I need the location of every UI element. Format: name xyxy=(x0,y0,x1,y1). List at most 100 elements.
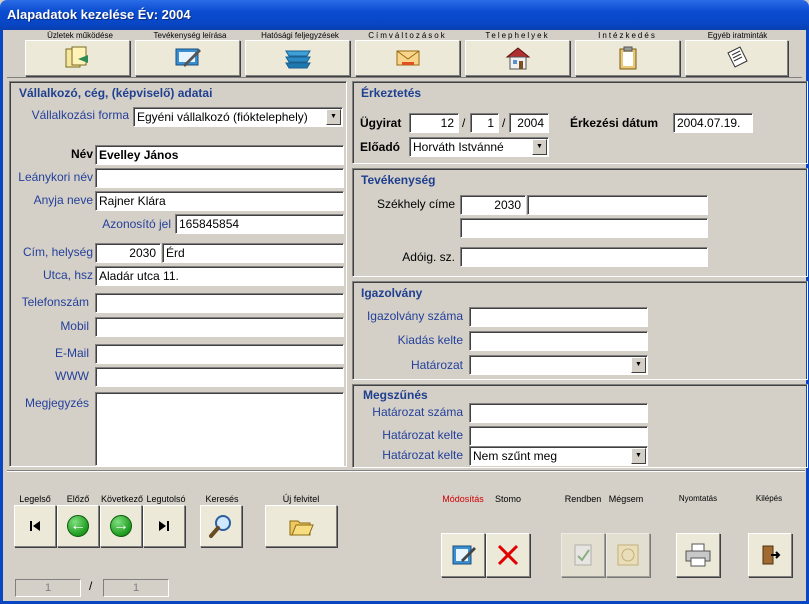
hat-kelte2-label: Határozat kelte xyxy=(382,448,463,462)
chevron-down-icon[interactable]: ▼ xyxy=(631,448,646,464)
kereses-button[interactable] xyxy=(200,505,242,547)
ugyirat-label: Ügyirat xyxy=(360,116,402,130)
forma-select[interactable]: Egyéni vállalkozó (fióktelephely) ▼ xyxy=(133,107,343,127)
elozo-button[interactable]: ← xyxy=(57,505,99,547)
forma-label: Vállalkozási forma xyxy=(31,108,129,122)
kovetkezo-button[interactable]: → xyxy=(100,505,142,547)
hat-kelte2-value: Nem szűnt meg xyxy=(473,449,558,463)
hatarozat-select[interactable]: ▼ xyxy=(469,355,648,375)
legelso-button[interactable] xyxy=(14,505,56,547)
record-total: 1 xyxy=(103,579,169,597)
leanykori-label: Leánykori név xyxy=(18,170,93,184)
toolbar-label-4: Telephelyek xyxy=(485,31,550,40)
megszunes-title: Megszűnés xyxy=(363,388,428,402)
telefon-field[interactable] xyxy=(95,293,344,313)
storno-label: Stomo xyxy=(494,494,521,504)
igazolvany-szam-field[interactable] xyxy=(469,307,648,327)
window-title: Alapadatok kezelése Év: 2004 xyxy=(0,0,809,30)
chevron-down-icon[interactable]: ▼ xyxy=(326,109,341,125)
ugyirat-field-1[interactable]: 12 xyxy=(409,113,459,133)
toolbar-button-intezkedes[interactable] xyxy=(575,40,680,76)
telefon-label: Telefonszám xyxy=(21,295,89,309)
email-field[interactable] xyxy=(95,344,344,364)
printer-icon xyxy=(685,543,711,567)
hat-kelte-field[interactable] xyxy=(469,426,648,446)
ugyirat-sep-2: / xyxy=(502,116,506,130)
mobil-field[interactable] xyxy=(95,317,344,337)
azonosito-field[interactable]: 165845854 xyxy=(175,214,344,234)
storno-button[interactable] xyxy=(486,533,530,577)
nav-area-divider xyxy=(7,470,805,472)
kiadas-kelte-field[interactable] xyxy=(469,331,648,351)
modositas-button[interactable] xyxy=(441,533,485,577)
toolbar-label-6: Egyéb iratminták xyxy=(707,31,768,40)
toolbar-label-3: Címváltozások xyxy=(368,31,447,40)
megsem-button[interactable] xyxy=(606,533,650,577)
cross-icon xyxy=(497,544,519,566)
utca-label: Utca, hsz xyxy=(42,268,93,282)
toolbar-label-2: Hatósági feljegyzések xyxy=(261,31,339,40)
adoig-label: Adóig. sz. xyxy=(402,250,455,264)
utca-field[interactable]: Aladár utca 11. xyxy=(95,266,344,286)
edit-window-icon xyxy=(452,545,476,565)
www-label: WWW xyxy=(55,369,89,383)
papers-icon xyxy=(726,46,748,68)
megj-label: Megjegyzés xyxy=(24,396,89,410)
record-current: 1 xyxy=(15,579,81,597)
uj-felvitel-button[interactable] xyxy=(265,505,337,547)
megsem-label: Mégsem xyxy=(608,494,644,504)
helyseg-field[interactable]: Érd xyxy=(162,243,344,263)
hat-kelte2-select[interactable]: Nem szűnt meg ▼ xyxy=(469,446,648,466)
nev-field[interactable]: Evelley János xyxy=(95,145,344,165)
igazolvany-title: Igazolvány xyxy=(361,286,423,300)
toolbar-label-5: Intézkedés xyxy=(598,31,657,40)
first-record-icon xyxy=(30,521,40,531)
nyomtatas-label: Nyomtatás xyxy=(678,494,718,503)
irsz-field[interactable]: 2030 xyxy=(95,243,161,263)
hat-szam-field[interactable] xyxy=(469,403,648,423)
nev-label: Név xyxy=(70,147,93,161)
toolbar-button-cimvaltozasok[interactable] xyxy=(355,40,460,76)
forma-value: Egyéni vállalkozó (fióktelephely) xyxy=(137,110,308,124)
rendben-button[interactable] xyxy=(561,533,605,577)
chevron-down-icon[interactable]: ▼ xyxy=(631,357,646,373)
eloado-select[interactable]: Horváth Istvánné ▼ xyxy=(409,137,549,157)
eloado-value: Horváth Istvánné xyxy=(413,140,504,154)
anyja-field[interactable]: Rajner Klára xyxy=(95,191,344,211)
exit-door-icon xyxy=(762,545,781,565)
szekhely-irsz-field[interactable]: 2030 xyxy=(460,195,526,215)
toolbar-button-egyeb[interactable] xyxy=(685,40,788,76)
record-sep: / xyxy=(89,579,93,593)
toolbar-button-hatosagi[interactable] xyxy=(245,40,350,76)
www-field[interactable] xyxy=(95,367,344,387)
mobil-label: Mobil xyxy=(60,319,89,333)
stacked-trays-icon xyxy=(284,50,311,69)
edit-document-icon xyxy=(175,48,201,67)
megj-field[interactable] xyxy=(95,392,344,466)
ugyirat-field-3[interactable]: 2004 xyxy=(509,113,549,133)
kiadas-kelte-label: Kiadás kelte xyxy=(397,333,463,347)
uj-label: Új felvitel xyxy=(282,494,320,504)
ugyirat-field-2[interactable]: 1 xyxy=(470,113,499,133)
szekhely-utca-field[interactable] xyxy=(460,218,708,238)
datum-field[interactable]: 2004.07.19. xyxy=(673,113,753,133)
hatarozat-label: Határozat xyxy=(410,358,463,372)
adoig-field[interactable] xyxy=(460,247,708,267)
legutolso-button[interactable] xyxy=(143,505,185,547)
toolbar-button-uzletek[interactable] xyxy=(25,40,130,76)
left-section-title: Vállalkozó, cég, (képviselő) adatai xyxy=(19,86,213,100)
window-frame: Üzletek működése Tevékenység leírása Hat… xyxy=(0,30,809,604)
kilepes-button[interactable] xyxy=(748,533,792,577)
envelope-icon xyxy=(396,50,419,66)
igazolvany-szam-label: Igazolvány száma xyxy=(366,309,463,323)
szekhely-varos-field[interactable] xyxy=(527,195,708,215)
chevron-down-icon[interactable]: ▼ xyxy=(532,139,547,155)
legelso-label: Legelső xyxy=(19,494,51,504)
clipboard-icon xyxy=(619,46,636,70)
leanykori-field[interactable] xyxy=(95,168,344,188)
nyomtatas-button[interactable] xyxy=(676,533,720,577)
toolbar-button-tevekenyseg[interactable] xyxy=(135,40,240,76)
toolbar-button-telephelyek[interactable] xyxy=(465,40,570,76)
toolbar-label-0: Üzletek működése xyxy=(47,31,113,40)
email-label: E-Mail xyxy=(54,346,89,360)
